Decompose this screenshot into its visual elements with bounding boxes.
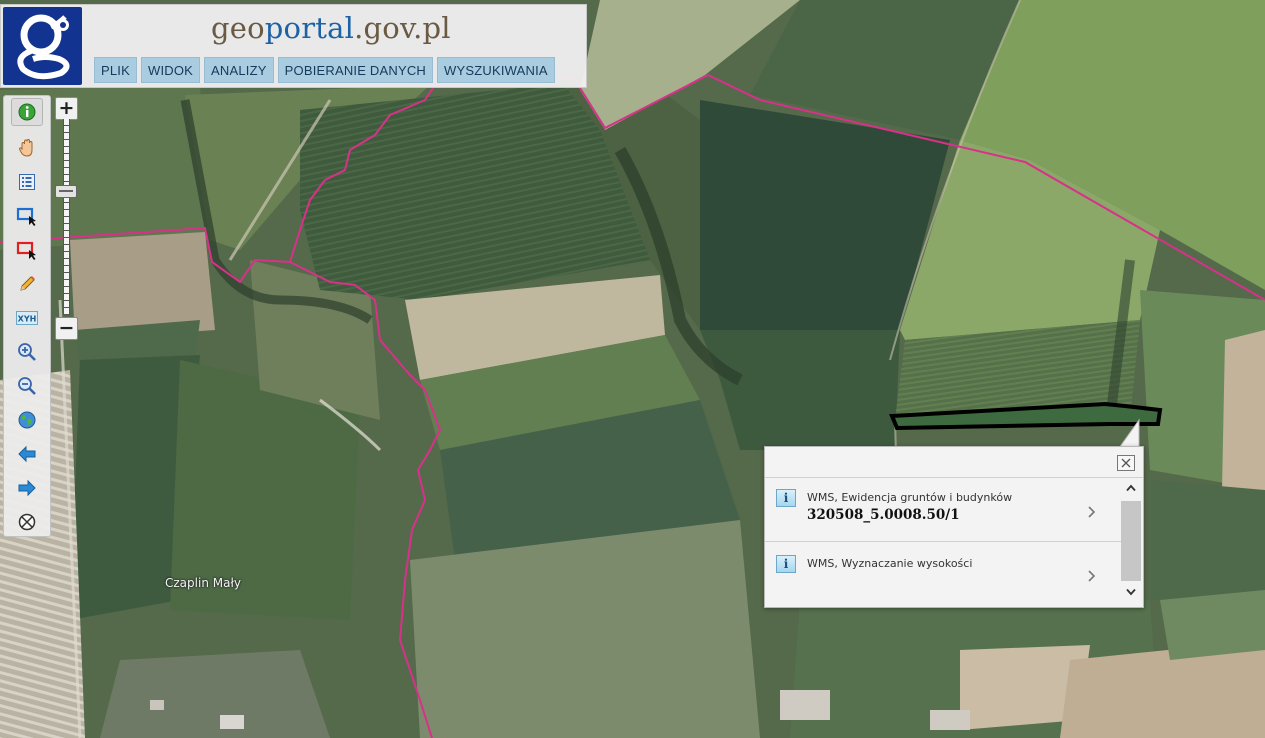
chevron-right-icon[interactable] (1087, 505, 1097, 519)
feature-info-popup: i WMS, Ewidencja gruntów i budynków 3205… (764, 446, 1144, 608)
zoom-in-icon (18, 343, 36, 361)
site-title-portal: portal (264, 11, 355, 45)
svg-text:XYH: XYH (18, 315, 37, 324)
chevron-down-icon (1126, 588, 1136, 596)
select-rectangle-red-icon (16, 241, 36, 260)
info-icon (18, 103, 36, 121)
info-i-icon: i (776, 489, 796, 507)
select-area-tool-button[interactable] (11, 202, 43, 230)
parcel-id: 320508_5.0008.50/1 (807, 507, 960, 523)
draw-tool-button[interactable] (11, 270, 43, 298)
previous-view-button[interactable] (11, 440, 43, 468)
site-title-domain: .gov.pl (354, 11, 451, 45)
popup-result-row[interactable]: i WMS, Ewidencja gruntów i budynków 3205… (765, 479, 1121, 542)
zoom-out-tool-button[interactable] (11, 372, 43, 400)
logo-g-icon (17, 14, 70, 80)
arrow-forward-icon (18, 479, 36, 497)
popup-result-row[interactable]: i WMS, Wyznaczanie wysokości (765, 543, 1121, 605)
site-title-geo: geo (211, 11, 265, 45)
menu-pobieranie-danych[interactable]: POBIERANIE DANYCH (277, 57, 434, 83)
zoom-slider-ticks (64, 119, 69, 315)
hand-pan-icon (18, 138, 33, 157)
globe-icon (18, 411, 36, 429)
main-menu: PLIK WIDOK ANALIZY POBIERANIE DANYCH WYS… (94, 57, 555, 83)
legend-tool-button[interactable] (11, 168, 43, 196)
menu-plik[interactable]: PLIK (94, 57, 137, 83)
popup-scroll-down[interactable] (1121, 585, 1141, 599)
full-extent-tool-button[interactable] (11, 406, 43, 434)
zoom-out-icon (18, 377, 36, 395)
aerial-map[interactable] (0, 0, 1265, 738)
popup-scroll-up[interactable] (1121, 481, 1141, 495)
pencil-icon (20, 276, 35, 291)
close-icon (1121, 458, 1131, 468)
place-label: Czaplin Mały (165, 576, 241, 590)
menu-widok[interactable]: WIDOK (140, 57, 201, 83)
select-rectangle-icon (16, 207, 36, 226)
no-tool-icon (18, 513, 36, 531)
chevron-up-icon (1126, 484, 1136, 492)
pan-tool-button[interactable] (11, 134, 43, 162)
arrow-back-icon (18, 445, 36, 463)
zoom-slider-track[interactable] (63, 119, 70, 315)
legend-list-icon (19, 174, 35, 190)
xyh-tool-button[interactable]: XYH (11, 304, 43, 332)
info-tool-button[interactable] (11, 98, 43, 126)
tool-panel: XYH (3, 95, 51, 537)
map-canvas[interactable]: Czaplin Mały (0, 0, 1265, 738)
zoom-in-button[interactable]: + (55, 97, 78, 120)
popup-close-button[interactable] (1117, 455, 1135, 471)
xyh-coordinates-icon: XYH (16, 311, 38, 325)
popup-pointer (1118, 418, 1140, 448)
info-i-icon: i (776, 555, 796, 573)
zoom-out-button[interactable]: − (55, 317, 78, 340)
zoom-in-tool-button[interactable] (11, 338, 43, 366)
zoom-slider-handle[interactable] (55, 185, 77, 198)
menu-analizy[interactable]: ANALIZY (204, 57, 274, 83)
clear-tool-button[interactable] (11, 508, 43, 536)
next-view-button[interactable] (11, 474, 43, 502)
menu-wyszukiwania[interactable]: WYSZUKIWANIA (437, 57, 555, 83)
layer-name: WMS, Ewidencja gruntów i budynków (807, 491, 1013, 504)
select-area-red-tool-button[interactable] (11, 236, 43, 264)
chevron-right-icon[interactable] (1087, 569, 1097, 583)
popup-divider (765, 477, 1143, 478)
popup-scrollbar-thumb[interactable] (1121, 501, 1141, 581)
layer-name: WMS, Wyznaczanie wysokości (807, 557, 973, 570)
app-header: geoportal.gov.pl PLIK WIDOK ANALIZY POBI… (0, 4, 587, 88)
geoportal-logo[interactable] (3, 7, 82, 85)
site-title[interactable]: geoportal.gov.pl (211, 11, 451, 45)
